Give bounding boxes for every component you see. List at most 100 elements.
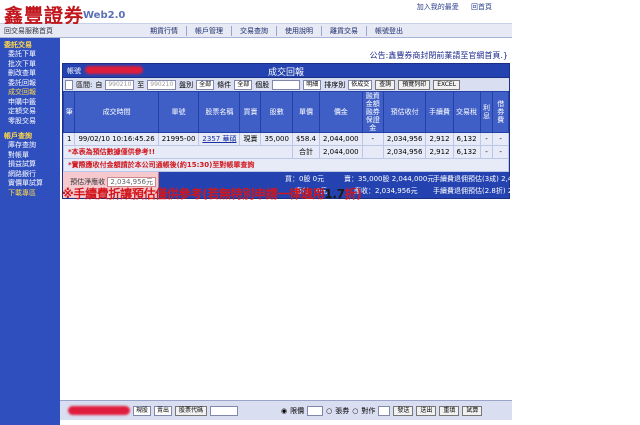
detail-select[interactable]: 明細 (303, 79, 322, 90)
period-label: 區間: (76, 80, 93, 89)
query-button[interactable]: 查詢 (375, 79, 396, 90)
sidebar-group-account[interactable]: 帳戶查詢 (0, 129, 60, 141)
condition-select[interactable]: 全部 (234, 79, 253, 90)
fee-note-tail: 折) (344, 187, 362, 201)
fee-rebate-est-2: 手續費退佣預估(2.8折) 2,096元 (433, 187, 535, 195)
col-tax: 交易稅 (452, 91, 481, 133)
estimate-warning: *本表為預估數據僅供參考!! (64, 146, 292, 158)
daytrade-radio[interactable]: ○ (352, 407, 358, 415)
redacted-account-bottom (68, 406, 130, 415)
trade-report-panel: 帳號 成交回報 區間: 自 990210 至 990210 盤別 全部 條件 全… (62, 63, 535, 199)
fee-discount-note: ※手續費折讓預估僅供參考(若無特別申請一律適用1.7折) (62, 185, 362, 202)
print-preview-button[interactable]: 預覽列印 (398, 79, 431, 90)
col-price: 單價 (291, 91, 321, 133)
date-to-label: 至 (137, 80, 145, 89)
ticket-radio[interactable]: ○ (326, 407, 332, 415)
limit-radio[interactable]: ◉ (281, 407, 287, 415)
stock-label: 個股 (255, 80, 270, 89)
cell-interest: - (479, 132, 494, 146)
add-favorite-link[interactable]: 加入我的最愛 (417, 3, 459, 11)
ticket-label: 張券 (335, 406, 350, 415)
date-to-input[interactable]: 990210 (147, 79, 177, 90)
type-select[interactable]: 全部 (196, 79, 215, 90)
col-margin: 融資金額 融券保證金 (361, 91, 384, 133)
stock-code-input[interactable] (210, 405, 239, 416)
qty-input[interactable] (378, 405, 391, 416)
sidebar-item-bank[interactable]: 網路銀行 (0, 170, 60, 180)
nav-item-quotes[interactable]: 期貨行情 (142, 26, 186, 36)
daytrade-label: 對作 (361, 406, 376, 415)
col-no: 筆 (62, 91, 76, 133)
col-fee: 手續費 (425, 91, 454, 133)
sidebar-group-trade[interactable]: 委託交易 (0, 38, 60, 50)
service-home-link[interactable]: 回交易服務首頁 (4, 26, 53, 36)
reset-button[interactable]: 重填 (439, 405, 460, 416)
cell-est-settle: 2,034,956 (382, 132, 427, 146)
subtotal-borrow-fee: - (492, 145, 509, 159)
sidebar-item-order-report[interactable]: 委託回報 (0, 79, 60, 89)
submit-button[interactable]: 送出 (416, 405, 437, 416)
sidebar-item-odd-lot[interactable]: 零股交易 (0, 117, 60, 127)
price-input[interactable] (307, 405, 324, 416)
stock-input[interactable] (272, 79, 301, 90)
sidebar-item-calc[interactable]: 實價單試算 (0, 179, 60, 189)
sidebar-item-order[interactable]: 委託下單 (0, 50, 60, 60)
sidebar-item-modify-orders[interactable]: 刪改查單 (0, 69, 60, 79)
col-order-no: 單號 (157, 91, 200, 133)
cell-fee: 2,912 (425, 132, 454, 146)
sell-total: 賣：35,000股 2,044,000元 (344, 175, 435, 183)
date-from-input[interactable]: 990210 (105, 79, 135, 90)
filter-bar: 區間: 自 990210 至 990210 盤別 全部 條件 全部 個股 明細 … (63, 77, 509, 91)
col-amount: 價金 (319, 91, 363, 133)
cell-price: $58.4 (291, 132, 321, 146)
main-content: 公告:鑫豐券商封閉前業請至官網首頁.} 帳號 成交回報 區間: 自 990210… (60, 38, 535, 425)
excel-button[interactable]: EXCEL (433, 79, 461, 90)
cell-borrow-fee: - (492, 132, 509, 146)
calc-button[interactable]: 試算 (462, 405, 483, 416)
nav-item-account[interactable]: 帳戶管理 (186, 26, 231, 36)
cell-margin: - (361, 132, 384, 146)
table-header-row: 筆 成交時間 單號 股票名稱 買賣 股數 單價 價金 融資金額 融券保證金 預估… (62, 91, 509, 133)
top-header: 鑫豐證券 Web2.0 加入我的最愛 回首頁 (0, 0, 512, 27)
home-link[interactable]: 回首頁 (471, 3, 492, 11)
col-shares: 股數 (260, 91, 293, 133)
stock-code-button[interactable]: 股票代碼 (175, 405, 208, 416)
subtotal-amount: 2,044,000 (319, 145, 363, 159)
subtotal-row: *本表為預估數據僅供參考!! 合計 2,044,000 2,034,956 2,… (63, 145, 509, 159)
nav-item-logout[interactable]: 帳號登出 (366, 26, 411, 36)
sidebar-item-download[interactable]: 下載專區 (0, 189, 60, 199)
side-select[interactable]: 賣出 (154, 405, 173, 416)
sidebar: 委託交易 委託下單 批次下單 刪改查單 委託回報 成交回報 申購中籤 定額交易 … (0, 38, 60, 425)
col-borrow-fee: 借券費 (492, 91, 509, 133)
period-checkbox[interactable] (65, 79, 73, 90)
type-label: 盤別 (179, 80, 194, 89)
subtotal-est-settle: 2,034,956 (382, 145, 427, 159)
nav-item-help[interactable]: 使用說明 (276, 26, 321, 36)
sidebar-item-ipo[interactable]: 申購中籤 (0, 98, 60, 108)
sort-select[interactable]: 依成交 (348, 79, 373, 90)
subtotal-tax: 6,132 (452, 145, 481, 159)
table-row[interactable]: 1 99/02/10 10:16:45.26 21995-00 2357 華碩 … (62, 132, 509, 146)
send-button[interactable]: 發送 (393, 405, 414, 416)
nav-item-trade[interactable]: 離貨交易 (321, 26, 366, 36)
cell-order-no: 21995-00 (157, 132, 200, 146)
cell-side: 現賣 (239, 132, 262, 146)
nav-item-query[interactable]: 交易查詢 (231, 26, 276, 36)
sidebar-item-batch-order[interactable]: 批次下單 (0, 60, 60, 70)
sidebar-item-statement[interactable]: 對帳單 (0, 151, 60, 161)
sidebar-item-trade-report[interactable]: 成交回報 (0, 88, 60, 98)
subtotal-label: 合計 (291, 145, 321, 159)
market-select[interactable]: 現股 (133, 405, 152, 416)
sidebar-item-fixed-amount[interactable]: 定額交易 (0, 107, 60, 117)
cell-stock-link[interactable]: 2357 華碩 (198, 132, 241, 146)
col-side: 買賣 (239, 91, 262, 133)
announcement: 公告:鑫豐券商封閉前業請至官網首頁.} (369, 51, 508, 60)
fee-note-text: ※手續費折讓預估僅供參考(若無特別申請一律適用 (62, 187, 325, 201)
fee-rebate-est: 手續費退佣預估(3成) 2,416元 (433, 175, 529, 183)
cell-time: 99/02/10 10:16:45.26 (74, 132, 159, 146)
receive-total: 應收：2,034,956元 (354, 187, 418, 195)
sidebar-item-inventory[interactable]: 庫存查詢 (0, 141, 60, 151)
cell-amount: 2,044,000 (319, 132, 363, 146)
sort-label: 排序別 (324, 80, 346, 89)
sidebar-item-pnl[interactable]: 損益試算 (0, 160, 60, 170)
